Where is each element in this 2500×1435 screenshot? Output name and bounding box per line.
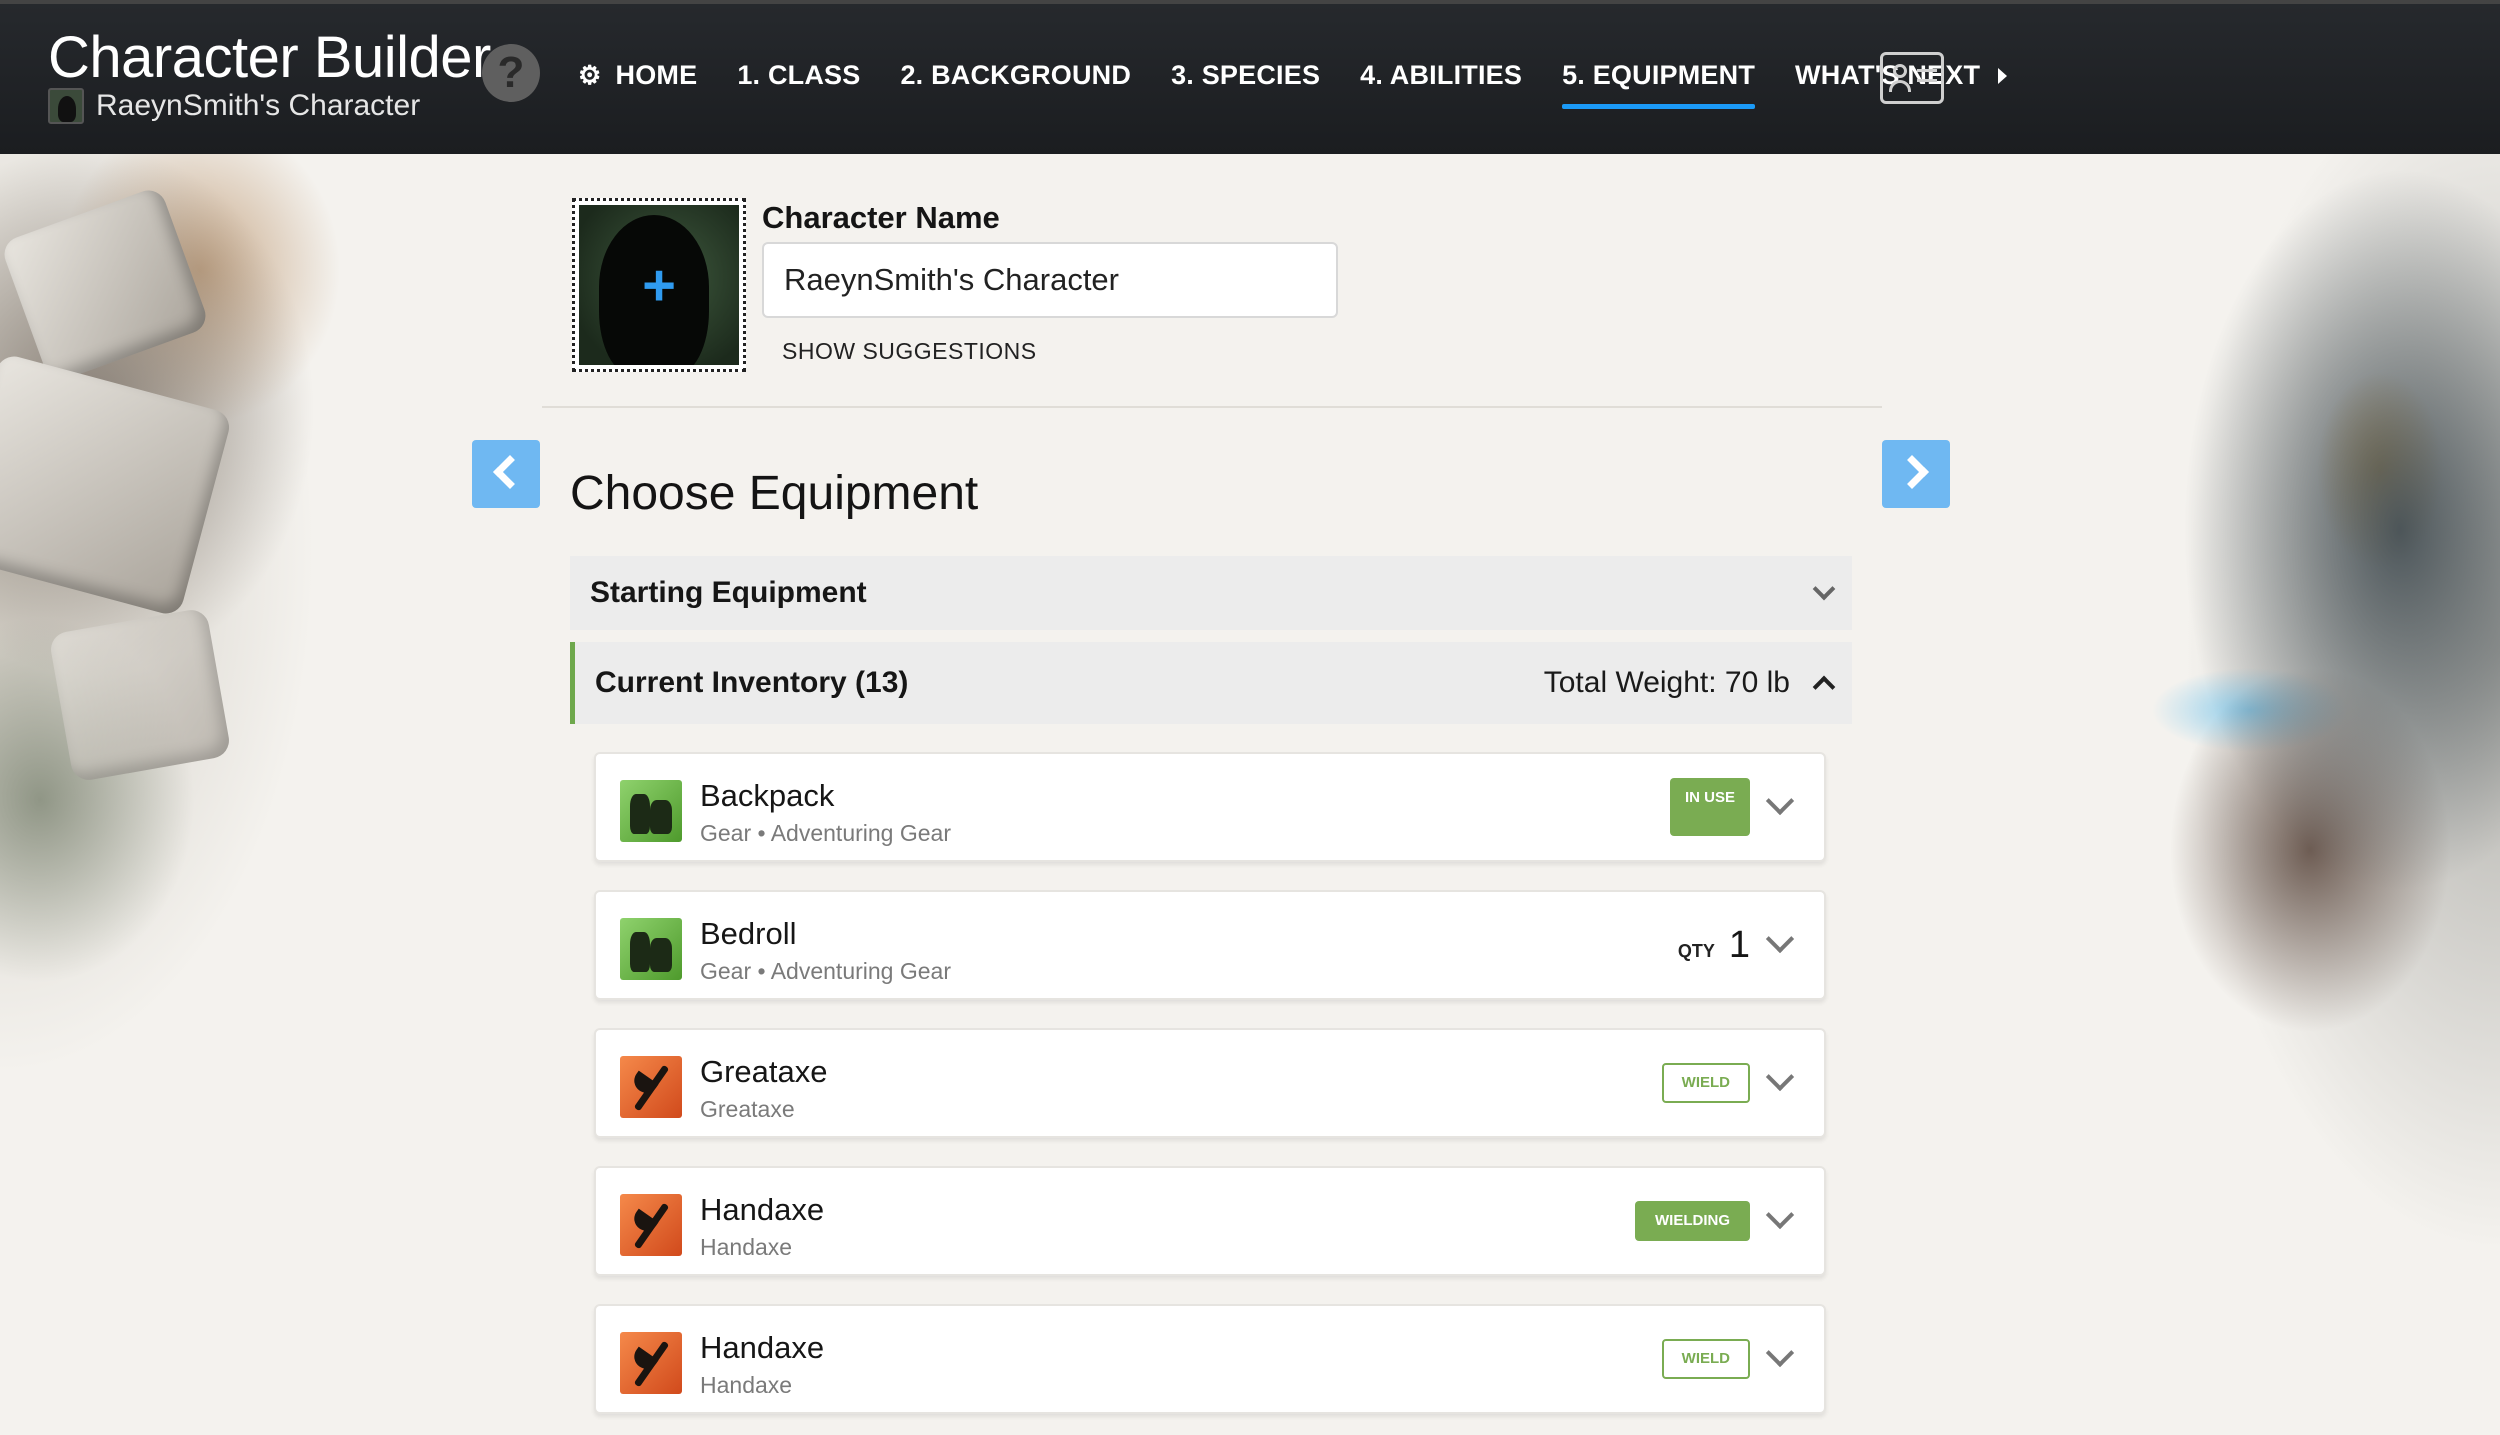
show-suggestions-link[interactable]: SHOW SUGGESTIONS — [782, 338, 1037, 365]
chevron-down-icon — [1812, 577, 1836, 601]
in-use-badge[interactable]: IN USE — [1670, 778, 1750, 836]
chevron-down-icon[interactable] — [1765, 1200, 1795, 1230]
weapon-axe-icon — [620, 1332, 682, 1394]
next-step-button[interactable] — [1882, 440, 1950, 508]
page-title: Choose Equipment — [570, 467, 979, 520]
portrait-upload[interactable]: + — [572, 198, 746, 372]
inventory-item-bedroll[interactable]: Bedroll Gear • Adventuring Gear QTY 1 — [594, 890, 1826, 1000]
chevron-left-icon — [493, 455, 527, 489]
starting-equipment-header[interactable]: Starting Equipment — [570, 556, 1852, 630]
nav-background[interactable]: 2. BACKGROUND — [900, 60, 1131, 91]
background-art-dwarf — [1980, 150, 2500, 1435]
nav-abilities-label: 4. ABILITIES — [1360, 60, 1523, 90]
nav-equipment[interactable]: 5. EQUIPMENT — [1562, 60, 1756, 109]
character-sheet-icon[interactable] — [1880, 52, 1944, 104]
help-button[interactable]: ? — [482, 44, 540, 102]
current-inventory-header[interactable]: Current Inventory (13) Total Weight: 70 … — [570, 642, 1852, 724]
item-name: Handaxe — [700, 1330, 825, 1365]
divider — [542, 406, 1882, 408]
nav-equipment-label: 5. EQUIPMENT — [1562, 60, 1756, 90]
nav-background-label: 2. BACKGROUND — [900, 60, 1132, 90]
nav-class[interactable]: 1. CLASS — [737, 60, 860, 91]
weapon-axe-icon — [620, 1194, 682, 1256]
caret-right-icon — [1998, 67, 2008, 84]
character-avatar — [48, 88, 84, 124]
wield-button[interactable]: WIELD — [1661, 1063, 1750, 1103]
weapon-axe-icon — [620, 1056, 682, 1118]
background-art-dice — [0, 150, 560, 1435]
item-category: Handaxe — [700, 1234, 793, 1260]
chevron-down-icon[interactable] — [1765, 924, 1795, 954]
item-name: Backpack — [700, 778, 835, 813]
character-name-input[interactable] — [762, 242, 1338, 318]
character-name-label: RaeynSmith's Character — [96, 89, 421, 122]
item-category: Gear • Adventuring Gear — [700, 820, 951, 846]
inventory-item-handaxe[interactable]: Handaxe Handaxe WIELDING — [594, 1166, 1826, 1276]
top-navigation-bar: Character Builder RaeynSmith's Character… — [0, 0, 2500, 154]
current-inventory-title: Current Inventory (13) — [595, 666, 909, 699]
plus-icon: + — [642, 253, 676, 318]
inventory-item-greataxe[interactable]: Greataxe Greataxe WIELD — [594, 1028, 1826, 1138]
quantity-display: QTY 1 — [1677, 923, 1750, 966]
builder-steps-nav: ⚙ HOME 1. CLASS 2. BACKGROUND 3. SPECIES… — [578, 60, 2047, 109]
nav-species[interactable]: 3. SPECIES — [1171, 60, 1320, 91]
portrait-image: + — [579, 205, 739, 365]
nav-species-label: 3. SPECIES — [1171, 60, 1321, 90]
chevron-up-icon — [1812, 675, 1836, 699]
starting-equipment-title: Starting Equipment — [590, 576, 867, 609]
item-category: Greataxe — [700, 1096, 795, 1122]
item-name: Handaxe — [700, 1192, 825, 1227]
inventory-item-backpack[interactable]: Backpack Gear • Adventuring Gear IN USE — [594, 752, 1826, 862]
gear-bottles-icon — [620, 918, 682, 980]
nav-abilities[interactable]: 4. ABILITIES — [1360, 60, 1522, 91]
inventory-item-handaxe-2[interactable]: Handaxe Handaxe WIELD — [594, 1304, 1826, 1414]
item-name: Greataxe — [700, 1054, 828, 1089]
character-switcher[interactable]: RaeynSmith's Character — [48, 88, 420, 124]
wielding-button[interactable]: WIELDING — [1635, 1201, 1750, 1241]
item-category: Gear • Adventuring Gear — [700, 958, 951, 984]
wield-button[interactable]: WIELD — [1661, 1339, 1750, 1379]
item-category: Handaxe — [700, 1372, 793, 1398]
total-weight: Total Weight: 70 lb — [1543, 666, 1790, 699]
nav-home-label: HOME — [615, 60, 698, 90]
character-name-heading: Character Name — [762, 200, 1000, 235]
chevron-down-icon[interactable] — [1765, 1338, 1795, 1368]
chevron-right-icon — [1895, 455, 1929, 489]
gear-icon: ⚙ — [578, 60, 602, 90]
nav-home[interactable]: ⚙ HOME — [578, 60, 697, 91]
app-title[interactable]: Character Builder — [48, 24, 491, 91]
previous-step-button[interactable] — [472, 440, 540, 508]
chevron-down-icon[interactable] — [1765, 1062, 1795, 1092]
item-name: Bedroll — [700, 916, 797, 951]
nav-class-label: 1. CLASS — [737, 60, 861, 90]
chevron-down-icon[interactable] — [1765, 786, 1795, 816]
gear-bottles-icon — [620, 780, 682, 842]
